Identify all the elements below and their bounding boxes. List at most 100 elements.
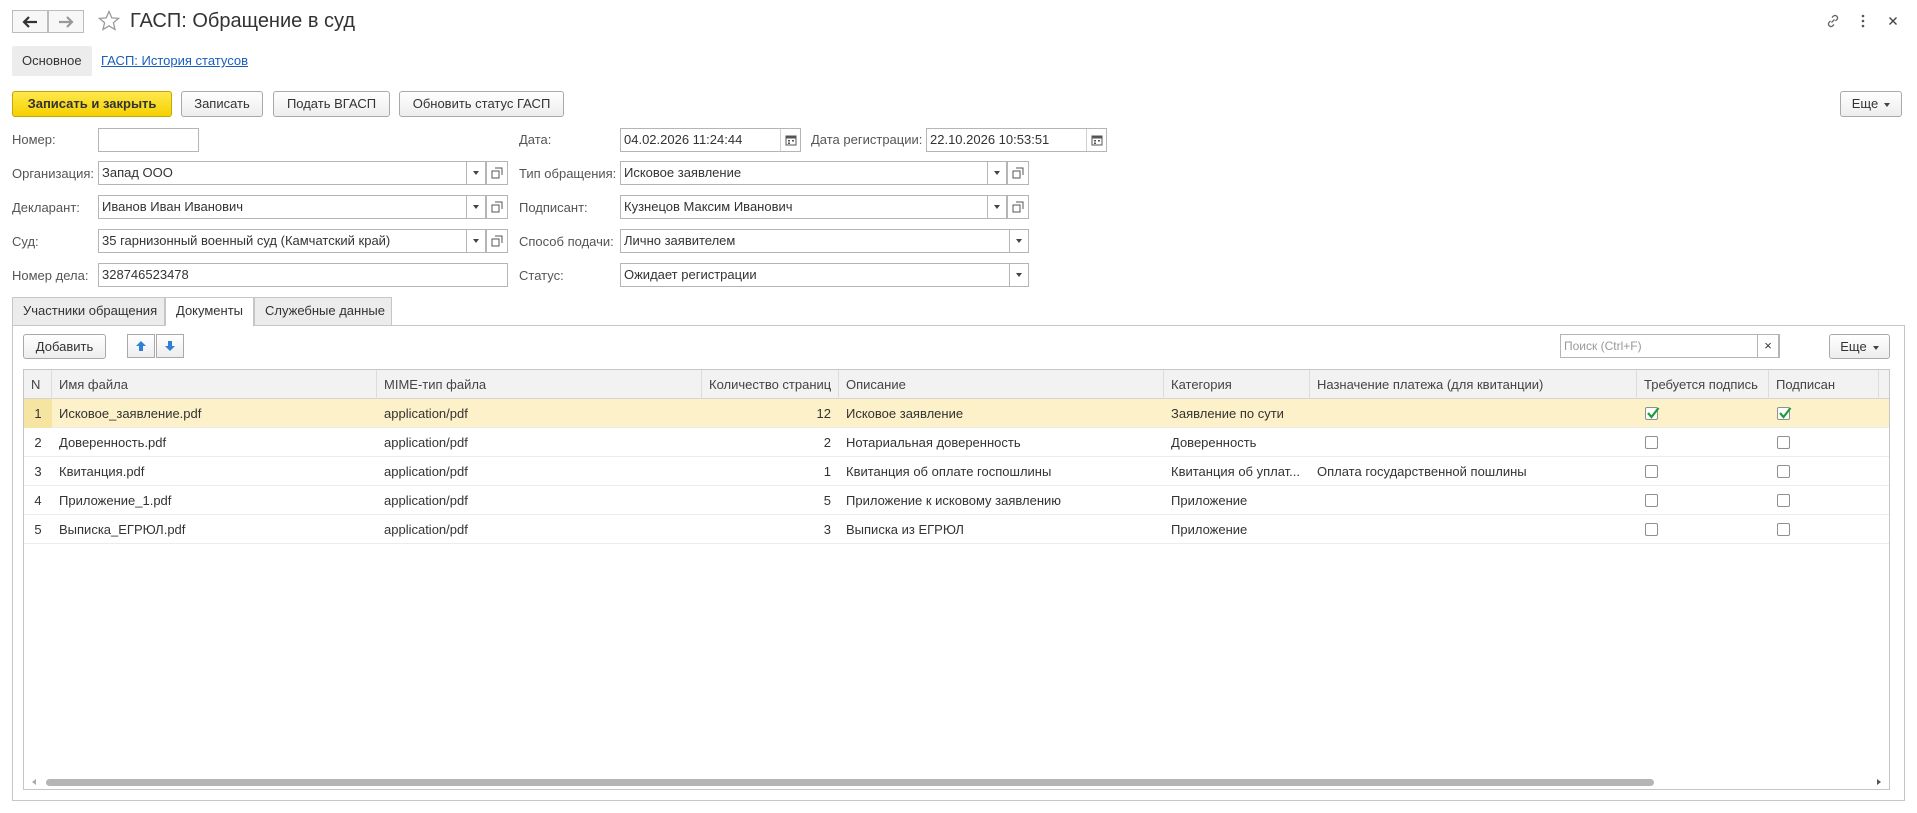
signed-checkbox[interactable]	[1777, 407, 1792, 420]
search-clear-button[interactable]: ×	[1757, 334, 1779, 358]
arrow-left-icon	[22, 15, 37, 28]
signer-input[interactable]: Кузнецов Максим Иванович	[620, 195, 1007, 219]
cell-description: Приложение к исковому заявлению	[846, 493, 1062, 508]
table-row[interactable]: 5 Выписка_ЕГРЮЛ.pdf application/pdf 3 Вы…	[24, 515, 1889, 544]
col-n[interactable]: N	[24, 370, 52, 399]
close-icon[interactable]	[1883, 11, 1903, 31]
req-sign-checkbox[interactable]	[1645, 407, 1660, 420]
cell-n: 2	[34, 435, 42, 450]
col-mime[interactable]: MIME-тип файла	[377, 370, 702, 399]
method-input[interactable]: Лично заявителем	[620, 229, 1029, 253]
cell-file-name: Приложение_1.pdf	[59, 493, 172, 508]
col-category[interactable]: Категория	[1164, 370, 1310, 399]
date-calendar-button[interactable]	[780, 129, 800, 151]
court-open-button[interactable]	[486, 229, 508, 253]
col-purpose[interactable]: Назначение платежа (для квитанции)	[1310, 370, 1637, 399]
save-button[interactable]: Записать	[181, 91, 263, 117]
method-dropdown[interactable]	[1009, 230, 1028, 252]
signed-checkbox[interactable]	[1777, 436, 1790, 449]
scroll-right-icon[interactable]	[1877, 779, 1881, 785]
cell-description: Выписка из ЕГРЮЛ	[846, 522, 964, 537]
kebab-menu-icon[interactable]	[1853, 11, 1873, 31]
cell-mime: application/pdf	[384, 522, 468, 537]
signed-checkbox[interactable]	[1777, 523, 1790, 536]
docs-more-button[interactable]: Еще	[1829, 334, 1890, 359]
col-file-name[interactable]: Имя файла	[52, 370, 377, 399]
link-icon[interactable]	[1823, 11, 1843, 31]
req-sign-checkbox[interactable]	[1645, 436, 1658, 449]
org-dropdown[interactable]	[466, 162, 485, 184]
signer-open-button[interactable]	[1007, 195, 1029, 219]
col-pages[interactable]: Количество страниц	[702, 370, 839, 399]
search-input[interactable]: Поиск (Ctrl+F) ×	[1560, 334, 1780, 358]
org-input[interactable]: Запад ООО	[98, 161, 486, 185]
signer-dropdown[interactable]	[987, 196, 1006, 218]
add-document-button[interactable]: Добавить	[23, 334, 106, 359]
org-label: Организация:	[12, 166, 95, 181]
col-req-sign[interactable]: Требуется подпись	[1637, 370, 1769, 399]
more-button[interactable]: Еще	[1840, 91, 1902, 117]
reg-date-input[interactable]: 22.10.2026 10:53:51	[926, 128, 1107, 152]
section-history-link[interactable]: ГАСП: История статусов	[101, 53, 248, 68]
cell-file-name: Выписка_ЕГРЮЛ.pdf	[59, 522, 186, 537]
scrollbar-thumb[interactable]	[46, 779, 1654, 786]
method-label: Способ подачи:	[519, 234, 614, 249]
save-and-close-button[interactable]: Записать и закрыть	[12, 91, 172, 117]
court-dropdown[interactable]	[466, 230, 485, 252]
table-row[interactable]: 4 Приложение_1.pdf application/pdf 5 При…	[24, 486, 1889, 515]
horizontal-scrollbar[interactable]	[24, 775, 1889, 789]
table-row[interactable]: 3 Квитанция.pdf application/pdf 1 Квитан…	[24, 457, 1889, 486]
table-row[interactable]: 1 Исковое_заявление.pdf application/pdf …	[24, 399, 1889, 428]
declarant-open-button[interactable]	[486, 195, 508, 219]
section-main[interactable]: Основное	[12, 46, 92, 76]
req-sign-checkbox[interactable]	[1645, 465, 1658, 478]
more-label: Еще	[1851, 96, 1879, 111]
court-input[interactable]: 35 гарнизонный военный суд (Камчатский к…	[98, 229, 486, 253]
scroll-left-icon[interactable]	[32, 779, 36, 785]
cell-n: 5	[34, 522, 42, 537]
org-open-button[interactable]	[486, 161, 508, 185]
docs-more-label: Еще	[1840, 339, 1867, 354]
court-label: Суд:	[12, 234, 39, 249]
declarant-dropdown[interactable]	[466, 196, 485, 218]
status-input[interactable]: Ожидает регистрации	[620, 263, 1029, 287]
req-sign-checkbox[interactable]	[1645, 523, 1658, 536]
type-dropdown[interactable]	[987, 162, 1006, 184]
tab-participants[interactable]: Участники обращения	[12, 297, 165, 325]
col-signed[interactable]: Подписан	[1769, 370, 1879, 399]
star-icon[interactable]	[97, 9, 121, 33]
reg-date-value: 22.10.2026 10:53:51	[930, 132, 1050, 147]
date-input[interactable]: 04.02.2026 11:24:44	[620, 128, 801, 152]
reg-date-calendar-button[interactable]	[1086, 129, 1106, 151]
type-input[interactable]: Исковое заявление	[620, 161, 1007, 185]
forward-button[interactable]	[48, 10, 84, 33]
cell-category: Приложение	[1171, 493, 1248, 508]
req-sign-checkbox[interactable]	[1645, 494, 1658, 507]
cell-description: Нотариальная доверенность	[846, 435, 1021, 450]
refresh-status-button[interactable]: Обновить статус ГАСП	[399, 91, 564, 117]
cell-purpose	[1310, 399, 1637, 428]
cell-pages: 5	[823, 493, 831, 508]
signed-checkbox[interactable]	[1777, 465, 1790, 478]
tab-service-data[interactable]: Служебные данные	[254, 297, 392, 325]
table-row[interactable]: 2 Доверенность.pdf application/pdf 2 Нот…	[24, 428, 1889, 457]
type-open-button[interactable]	[1007, 161, 1029, 185]
cell-n: 3	[34, 464, 42, 479]
back-button[interactable]	[12, 10, 48, 33]
cell-pages: 12	[816, 406, 831, 421]
case-number-input[interactable]: 328746523478	[98, 263, 508, 287]
cell-file-name: Квитанция.pdf	[59, 464, 145, 479]
col-description[interactable]: Описание	[839, 370, 1164, 399]
submit-gasp-button[interactable]: Подать ВГАСП	[273, 91, 390, 117]
signed-checkbox[interactable]	[1777, 494, 1790, 507]
number-input[interactable]	[98, 128, 199, 152]
status-label: Статус:	[519, 268, 564, 283]
case-number-label: Номер дела:	[12, 268, 89, 283]
tab-documents[interactable]: Документы	[165, 297, 254, 326]
move-down-button[interactable]	[156, 334, 184, 358]
cell-category: Квитанция об уплат...	[1171, 464, 1301, 479]
move-up-button[interactable]	[127, 334, 155, 358]
status-dropdown[interactable]	[1009, 264, 1028, 286]
cell-mime: application/pdf	[384, 464, 468, 479]
declarant-input[interactable]: Иванов Иван Иванович	[98, 195, 486, 219]
